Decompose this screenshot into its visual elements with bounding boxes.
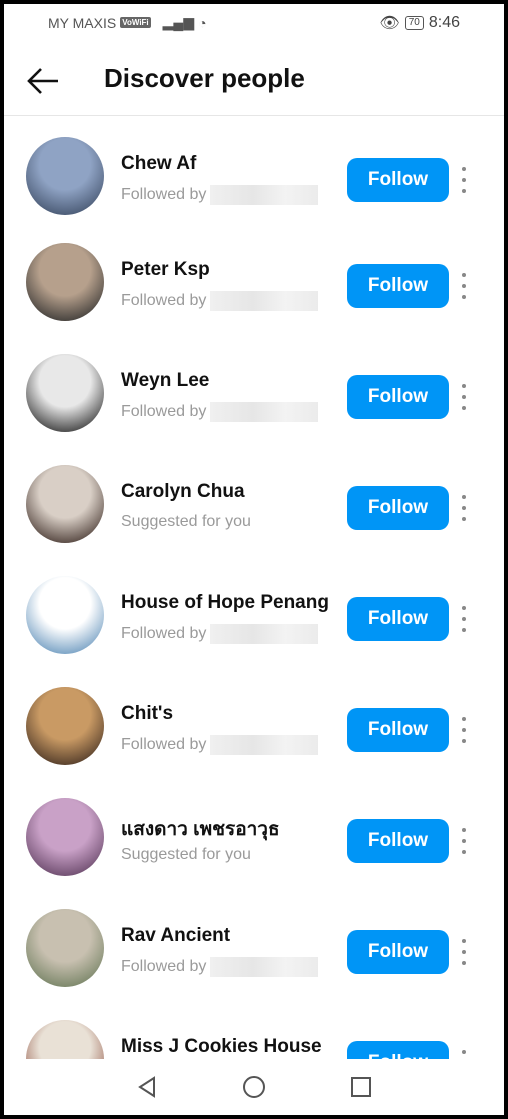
subtitle-text: Followed by [121,292,207,309]
person-subtitle: Followed by [121,735,319,755]
nav-back-icon[interactable] [135,1075,159,1099]
follow-button[interactable]: Follow [347,708,449,752]
person-name[interactable]: Chew Af [121,153,196,175]
follow-button[interactable]: Follow [347,264,449,308]
more-options-icon[interactable] [456,167,472,193]
redacted-name [210,185,319,205]
follow-button[interactable]: Follow [347,819,449,863]
more-options-icon[interactable] [456,495,472,521]
avatar[interactable] [26,687,104,765]
avatar[interactable] [26,465,104,543]
person-row[interactable]: Chew Af Followed by Follow [4,117,504,228]
avatar[interactable] [26,243,104,321]
person-subtitle: Followed by [121,957,319,977]
back-arrow-icon[interactable] [26,66,60,96]
screen: MY MAXIS VoWiFi ▂▄▆ ◔ 👁 70 8:46 Discover… [4,4,504,1115]
system-nav-bar [4,1059,504,1115]
person-row[interactable]: Rav Ancient Followed by Follow [4,889,504,1000]
status-bar: MY MAXIS VoWiFi ▂▄▆ ◔ 👁 70 8:46 [4,4,504,38]
person-name[interactable]: Chit's [121,703,173,725]
follow-button[interactable]: Follow [347,597,449,641]
more-options-icon[interactable] [456,939,472,965]
subtitle-text: Followed by [121,736,207,753]
subtitle-text: Followed by [121,403,207,420]
person-subtitle: Followed by [121,185,319,205]
subtitle-text: Followed by [121,186,207,203]
person-name[interactable]: แสงดาว เพชรอาวุธ [121,814,280,844]
signal-icon: ▂▄▆ [162,14,195,30]
more-options-icon[interactable] [456,606,472,632]
subtitle-text: Followed by [121,958,207,975]
avatar[interactable] [26,909,104,987]
person-name[interactable]: House of Hope Penang [121,592,329,614]
person-subtitle: Followed by [121,402,319,422]
nav-recents-icon[interactable] [349,1075,373,1099]
avatar[interactable] [26,354,104,432]
follow-button[interactable]: Follow [347,930,449,974]
eye-icon: 👁 [379,15,400,32]
person-subtitle: Followed by [121,624,319,644]
more-options-icon[interactable] [456,828,472,854]
redacted-name [210,402,319,422]
redacted-name [210,291,319,311]
avatar[interactable] [26,798,104,876]
person-subtitle: Followed by [121,291,319,311]
avatar[interactable] [26,137,104,215]
subtitle-text: Followed by [121,625,207,642]
redacted-name [210,624,319,644]
more-options-icon[interactable] [456,717,472,743]
avatar[interactable] [26,576,104,654]
clock: 8:46 [428,14,460,31]
person-subtitle: Suggested for you [121,513,251,531]
person-name[interactable]: Carolyn Chua [121,481,245,503]
follow-button[interactable]: Follow [347,375,449,419]
person-name[interactable]: Weyn Lee [121,370,209,392]
person-name[interactable]: Peter Ksp [121,259,210,281]
person-name[interactable]: Miss J Cookies House [121,1036,322,1058]
person-row[interactable]: Chit's Followed by Follow [4,667,504,778]
more-options-icon[interactable] [456,384,472,410]
page-title: Discover people [104,63,305,93]
redacted-name [210,735,319,755]
person-row[interactable]: แสงดาว เพชรอาวุธ Suggested for you Follo… [4,778,504,889]
person-row[interactable]: House of Hope Penang Followed by Follow [4,556,504,667]
subtitle-text: Suggested for you [121,846,251,863]
follow-button[interactable]: Follow [347,486,449,530]
person-name[interactable]: Rav Ancient [121,925,230,947]
subtitle-text: Suggested for you [121,513,251,530]
battery-icon: 70 [404,16,424,30]
redacted-name [210,957,319,977]
vowifi-badge: VoWiFi [120,17,151,28]
nav-home-icon[interactable] [241,1074,267,1100]
carrier-label: MY MAXIS [48,14,117,31]
person-row[interactable]: Weyn Lee Followed by Follow [4,334,504,445]
more-options-icon[interactable] [456,273,472,299]
header: Discover people [4,44,504,116]
person-row[interactable]: Carolyn Chua Suggested for you Follow [4,445,504,556]
person-subtitle: Suggested for you [121,846,251,864]
person-row[interactable]: Peter Ksp Followed by Follow [4,223,504,334]
follow-button[interactable]: Follow [347,158,449,202]
wifi-icon: ◔ [198,14,207,31]
